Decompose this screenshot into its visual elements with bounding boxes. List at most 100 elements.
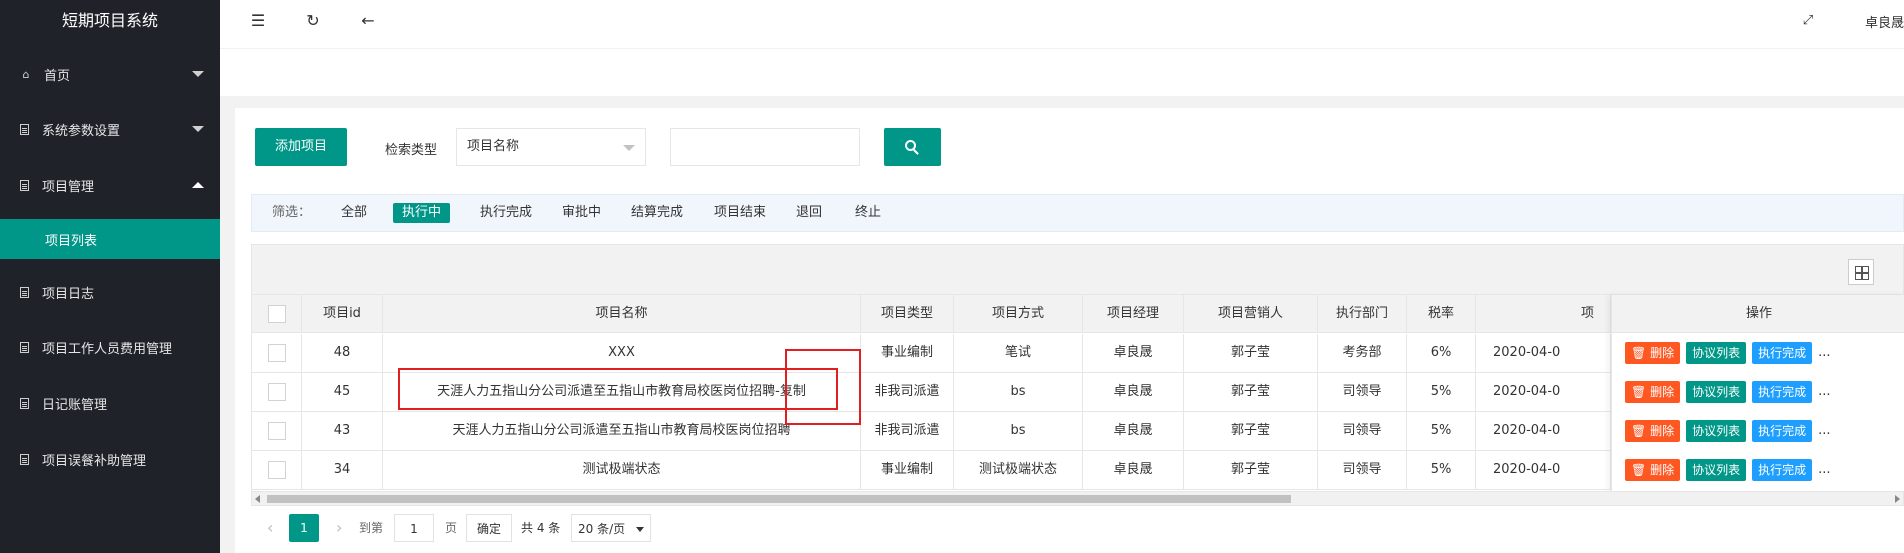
delete-button[interactable]: 🗑 删除: [1625, 419, 1681, 442]
prev-page-icon[interactable]: ‹: [267, 514, 273, 542]
cell-dept: 考务部: [1318, 334, 1407, 372]
trash-icon: 🗑: [1631, 423, 1651, 438]
mark-done-button[interactable]: 执行完成: [1752, 419, 1813, 442]
mark-done-button[interactable]: 执行完成: [1752, 341, 1813, 364]
trash-icon: 🗑: [1631, 384, 1651, 399]
column-header[interactable]: 项目方式: [954, 295, 1083, 333]
column-header[interactable]: 项目营销人: [1184, 295, 1318, 333]
sidebar-item-journal[interactable]: 日记账管理: [0, 383, 220, 423]
column-header[interactable]: 项目id: [302, 295, 383, 333]
row-checkbox[interactable]: [267, 382, 286, 401]
next-page-icon[interactable]: ›: [336, 514, 342, 542]
page-1[interactable]: 1: [289, 514, 319, 542]
search-button[interactable]: [884, 128, 941, 166]
menu-fold-icon[interactable]: ☰: [248, 11, 268, 31]
delete-button[interactable]: 🗑 删除: [1625, 380, 1681, 403]
document-icon: [20, 179, 29, 191]
sidebar-item-staff-cost[interactable]: 项目工作人员费用管理: [0, 327, 220, 367]
row-actions: 🗑 删除 协议列表 执行完成...: [1612, 451, 1904, 489]
agreement-list-button[interactable]: 协议列表: [1686, 458, 1747, 481]
agreement-list-button[interactable]: 协议列表: [1686, 380, 1747, 403]
search-input[interactable]: [670, 128, 860, 166]
add-project-button[interactable]: 添加项目: [255, 128, 347, 166]
chevron-up-icon: [192, 182, 204, 188]
row-checkbox-cell: [252, 451, 302, 489]
page-size-select[interactable]: 20 条/页: [571, 514, 651, 542]
back-arrow-icon[interactable]: ←: [358, 11, 378, 31]
cell-marketer: 郭子莹: [1184, 451, 1318, 489]
more-actions[interactable]: ...: [1818, 423, 1830, 438]
cell-date: 2020-04-0: [1476, 334, 1611, 372]
filter-terminated[interactable]: 终止: [846, 203, 890, 223]
row-checkbox[interactable]: [267, 421, 286, 440]
home-icon: ⌂: [22, 67, 30, 81]
chevron-down-icon: [636, 527, 644, 532]
filter-completed[interactable]: 执行完成: [471, 203, 541, 223]
sidebar-item-label: 项目日志: [42, 286, 95, 302]
filter-under-review[interactable]: 审批中: [553, 203, 610, 223]
sidebar-item-system-settings[interactable]: 系统参数设置: [0, 109, 220, 149]
mark-done-button[interactable]: 执行完成: [1752, 380, 1813, 403]
filter-returned[interactable]: 退回: [787, 203, 831, 223]
user-name[interactable]: 卓良晟: [1865, 12, 1904, 31]
cell-name: 天涯人力五指山分公司派遣至五指山市教育局校医岗位招聘-复制: [383, 373, 861, 411]
sidebar-item-project-list[interactable]: 项目列表: [0, 219, 220, 259]
horizontal-scrollbar[interactable]: [252, 491, 1903, 505]
select-all-checkbox[interactable]: [267, 304, 286, 323]
filter-label: 筛选：: [272, 205, 312, 220]
column-header[interactable]: 项目类型: [861, 295, 954, 333]
cell-name: 测试极端状态: [383, 451, 861, 489]
delete-button[interactable]: 🗑 删除: [1625, 341, 1681, 364]
column-header[interactable]: 执行部门: [1318, 295, 1407, 333]
column-header[interactable]: 税率: [1407, 295, 1476, 333]
cell-id: 45: [302, 373, 383, 411]
agreement-list-button[interactable]: 协议列表: [1686, 341, 1747, 364]
filter-ended[interactable]: 项目结束: [705, 203, 775, 223]
sidebar-item-label: 日记账管理: [42, 397, 108, 413]
topbar: ☰ ↻ ← ⤢ 卓良晟: [220, 0, 1904, 42]
column-header[interactable]: 项目经理: [1083, 295, 1184, 333]
chevron-down-icon: [623, 145, 635, 151]
agreement-list-button[interactable]: 协议列表: [1686, 419, 1747, 442]
document-icon: [20, 453, 29, 465]
app-title: 短期项目系统: [61, 11, 158, 30]
cell-name: 天涯人力五指山分公司派遣至五指山市教育局校医岗位招聘: [383, 412, 861, 450]
delete-button[interactable]: 🗑 删除: [1625, 458, 1681, 481]
cell-tax: 6%: [1407, 334, 1476, 372]
more-actions[interactable]: ...: [1818, 345, 1830, 360]
scrollbar-thumb[interactable]: [267, 495, 1291, 503]
table-toolbar: [252, 245, 1903, 295]
row-checkbox[interactable]: [267, 343, 286, 362]
column-header[interactable]: 项: [1476, 295, 1611, 333]
filter-in-progress[interactable]: 执行中: [393, 203, 451, 223]
refresh-icon[interactable]: ↻: [303, 11, 323, 31]
search-type-select[interactable]: 项目名称: [456, 128, 646, 166]
cell-dept: 司领导: [1318, 373, 1407, 411]
sidebar-item-project-log[interactable]: 项目日志: [0, 272, 220, 312]
cell-date: 2020-04-0: [1476, 451, 1611, 489]
scroll-left-icon[interactable]: [255, 495, 260, 503]
mark-done-button[interactable]: 执行完成: [1752, 458, 1813, 481]
more-actions[interactable]: ...: [1818, 462, 1830, 477]
goto-confirm-button[interactable]: 确定: [466, 514, 513, 542]
goto-label: 到第: [359, 521, 384, 535]
cell-date: 2020-04-0: [1476, 412, 1611, 450]
more-actions[interactable]: ...: [1818, 384, 1830, 399]
column-layout-icon[interactable]: [1848, 259, 1874, 285]
cell-method: bs: [954, 373, 1083, 411]
search-type-label: 检索类型: [385, 143, 438, 158]
column-header[interactable]: 项目名称: [383, 295, 861, 333]
fullscreen-icon[interactable]: ⤢: [1798, 11, 1818, 31]
sidebar: 短期项目系统 ⌂ 首页 系统参数设置 项目管理 项目列表 项目日志 项目工作人员…: [0, 0, 220, 553]
project-table: 项目id 项目名称 项目类型 项目方式 项目经理 项目营销人 执行部门 税率 项…: [251, 244, 1904, 506]
filter-all[interactable]: 全部: [332, 203, 376, 223]
sidebar-item-home[interactable]: ⌂ 首页: [0, 54, 220, 94]
goto-page-input[interactable]: 1: [394, 514, 434, 542]
filter-settled[interactable]: 结算完成: [622, 203, 692, 223]
scroll-right-icon[interactable]: [1895, 495, 1900, 503]
row-checkbox[interactable]: [267, 460, 286, 479]
cell-name: XXX: [383, 334, 861, 372]
sidebar-item-meal-allowance[interactable]: 项目误餐补助管理: [0, 439, 220, 479]
sidebar-item-project-management[interactable]: 项目管理: [0, 165, 220, 205]
sidebar-item-label: 项目列表: [45, 233, 98, 249]
